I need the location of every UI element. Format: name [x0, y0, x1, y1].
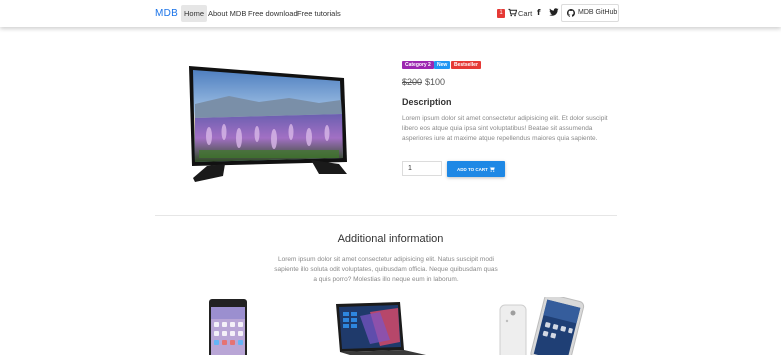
github-label: MDB GitHub [578, 9, 618, 16]
github-button[interactable]: MDB GitHub [561, 4, 619, 22]
new-badge: New [434, 61, 451, 69]
navbar: MDB Home About MDB Free download Free tu… [0, 0, 781, 27]
cart-count-badge: 1 [497, 9, 505, 18]
old-price: $200 [402, 77, 423, 87]
cart-link[interactable]: Cart [518, 9, 532, 18]
additional-info-title: Additional information [337, 233, 444, 245]
description-text: Lorem ipsum dolor sit amet consectetur a… [402, 115, 608, 142]
tv-product-image [189, 66, 347, 182]
github-icon [567, 9, 575, 17]
additional-info-text: Lorem ipsum dolor sit amet consectetur a… [274, 256, 498, 283]
description-title: Description [402, 97, 452, 107]
nav-link-free-download[interactable]: Free download [248, 9, 298, 18]
nav-link-free-tutorials[interactable]: Free tutorials [297, 9, 341, 18]
shopping-cart-icon [489, 166, 495, 172]
shopping-cart-icon[interactable] [508, 8, 517, 17]
facebook-icon[interactable]: f [537, 8, 540, 17]
category-badge: Category 2 [402, 61, 434, 69]
quantity-input[interactable] [402, 161, 442, 176]
section-divider [155, 215, 617, 216]
bestseller-badge: Bestseller [451, 61, 481, 69]
add-to-cart-button[interactable]: ADD TO CART [447, 161, 505, 177]
twitter-icon[interactable] [549, 8, 559, 17]
laptop-image [336, 302, 426, 355]
add-to-cart-label: ADD TO CART [457, 167, 488, 172]
brand-logo[interactable]: MDB [155, 8, 178, 19]
new-price: $100 [425, 77, 446, 87]
nav-link-home[interactable]: Home [181, 5, 208, 22]
smartphone-image [209, 299, 247, 355]
nav-link-about[interactable]: About MDB [208, 9, 246, 18]
smartphones-image [499, 297, 585, 355]
